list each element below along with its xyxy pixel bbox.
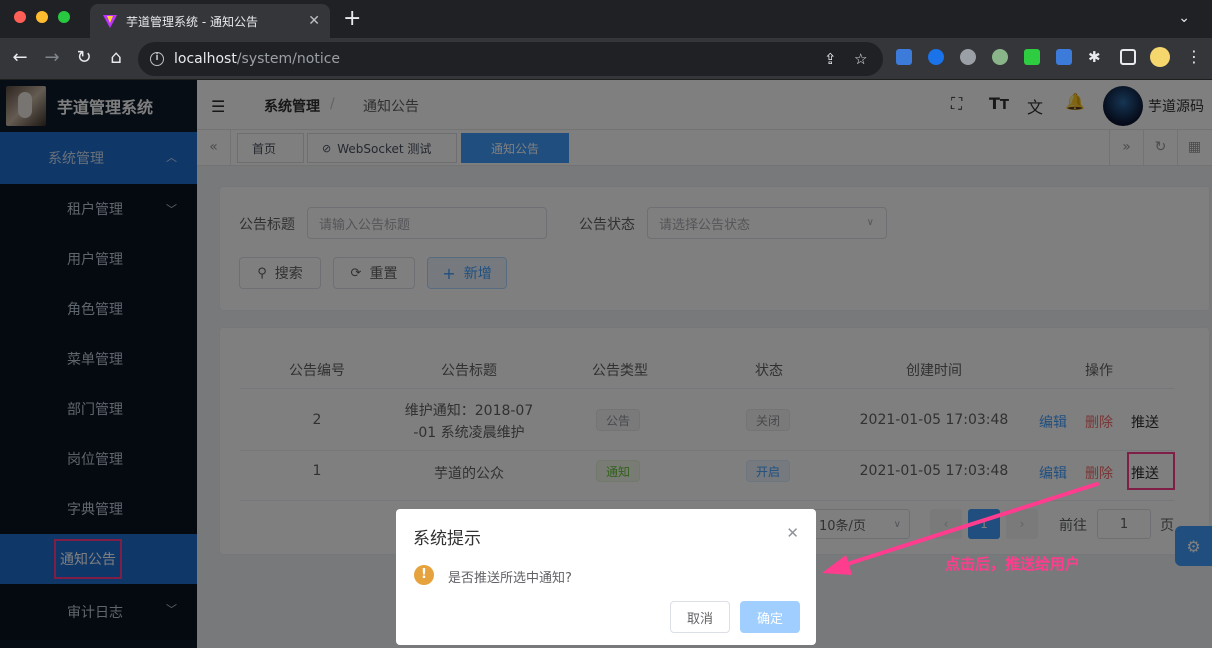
- annotation-text: 点击后，推送给用户: [945, 555, 1081, 573]
- annotation-arrow: [822, 482, 1099, 575]
